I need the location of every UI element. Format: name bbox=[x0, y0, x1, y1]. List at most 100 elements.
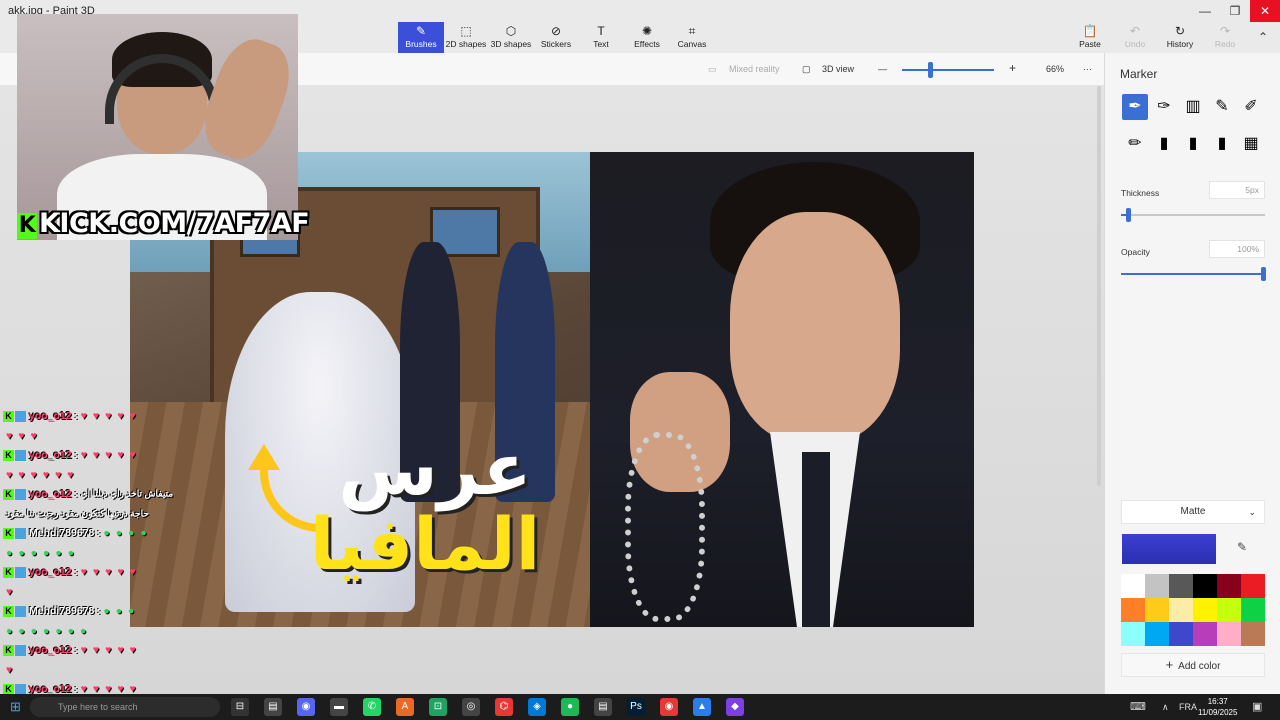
tool-stickers[interactable]: ⊘ Stickers bbox=[533, 22, 579, 53]
pixel-pen-brush-icon[interactable]: ✐ bbox=[1238, 94, 1264, 120]
palette-swatch[interactable] bbox=[1241, 598, 1265, 622]
palette-swatch[interactable] bbox=[1217, 574, 1241, 598]
paste-label: Paste bbox=[1079, 39, 1101, 49]
palette-swatch[interactable] bbox=[1121, 598, 1145, 622]
file-explorer-icon[interactable]: ▬ bbox=[330, 698, 348, 716]
panel-title: Marker bbox=[1120, 67, 1158, 81]
opacity-slider-thumb[interactable] bbox=[1261, 267, 1266, 281]
chrome-alt-icon[interactable]: ◉ bbox=[660, 698, 678, 716]
redo-button[interactable]: ↷ Redo bbox=[1203, 22, 1247, 53]
marker-brush-icon[interactable]: ✒ bbox=[1122, 94, 1148, 120]
minimize-button[interactable]: — bbox=[1190, 0, 1220, 22]
clock[interactable]: 16:37 11/09/2025 bbox=[1198, 696, 1237, 718]
task-view-icon[interactable]: ⊟ bbox=[231, 698, 249, 716]
taskbar-search[interactable]: Type here to search bbox=[30, 697, 220, 717]
palette-swatch[interactable] bbox=[1145, 574, 1169, 598]
collapse-ribbon-icon[interactable]: ⌃ bbox=[1258, 30, 1268, 44]
paste-button[interactable]: 📋 Paste bbox=[1068, 22, 1112, 53]
app-green-icon[interactable]: ⊡ bbox=[429, 698, 447, 716]
palette-swatch[interactable] bbox=[1241, 574, 1265, 598]
app-explorer-icon[interactable]: ▤ bbox=[264, 698, 282, 716]
chat-username[interactable]: yoo_o12 bbox=[29, 410, 72, 422]
zoom-out-button[interactable]: — bbox=[878, 64, 887, 74]
chat-username[interactable]: yoo_o12 bbox=[29, 488, 72, 500]
palette-swatch[interactable] bbox=[1145, 622, 1169, 646]
thickness-field[interactable]: 5px bbox=[1209, 181, 1265, 199]
zoom-slider-thumb[interactable] bbox=[928, 62, 933, 78]
spotify-icon[interactable]: ● bbox=[561, 698, 579, 716]
start-icon[interactable]: ⊞ bbox=[10, 699, 21, 715]
palette-swatch[interactable] bbox=[1193, 574, 1217, 598]
image-face bbox=[730, 212, 900, 442]
mixed-reality-button[interactable]: Mixed reality bbox=[729, 64, 780, 74]
palette-swatch[interactable] bbox=[1217, 622, 1241, 646]
tool-text[interactable]: T Text bbox=[578, 22, 624, 53]
paint-3d-icon[interactable]: ◆ bbox=[726, 698, 744, 716]
palette-swatch[interactable] bbox=[1241, 622, 1265, 646]
whatsapp-icon[interactable]: ✆ bbox=[363, 698, 381, 716]
tool-3d-shapes[interactable]: ⬡ 3D shapes bbox=[488, 22, 534, 53]
tool-canvas[interactable]: ⌗ Canvas bbox=[669, 22, 715, 53]
chrome-icon[interactable]: ⌬ bbox=[495, 698, 513, 716]
chat-emotes: ●●●●●●● bbox=[6, 624, 93, 637]
chat-username[interactable]: yoo_o12 bbox=[29, 449, 72, 461]
3d-view-button[interactable]: 3D view bbox=[822, 64, 854, 74]
calligraphy-pen-brush-icon[interactable]: ✑ bbox=[1151, 94, 1177, 120]
thickness-slider-thumb[interactable] bbox=[1126, 208, 1132, 222]
vscode-icon[interactable]: ◈ bbox=[528, 698, 546, 716]
obs-icon[interactable]: ◎ bbox=[462, 698, 480, 716]
chat-username[interactable]: Mehdi789678 bbox=[29, 605, 94, 617]
history-button[interactable]: ↻ History bbox=[1158, 22, 1202, 53]
notification-icon[interactable]: ▣ bbox=[1252, 700, 1262, 713]
language-indicator[interactable]: FRA bbox=[1179, 702, 1197, 712]
eyedropper-icon[interactable]: ✎ bbox=[1233, 540, 1251, 558]
palette-swatch[interactable] bbox=[1169, 598, 1193, 622]
restore-button[interactable]: ❐ bbox=[1220, 0, 1250, 22]
palette-swatch[interactable] bbox=[1169, 574, 1193, 598]
zoom-slider-track[interactable] bbox=[902, 69, 994, 71]
crayon-brush-icon[interactable]: ▮ bbox=[1180, 131, 1206, 157]
thickness-slider-track[interactable] bbox=[1121, 214, 1265, 216]
tool-brushes[interactable]: ✎ Brushes bbox=[398, 22, 444, 53]
app-blue-icon[interactable]: ▲ bbox=[693, 698, 711, 716]
fill-brush-icon[interactable]: ▦ bbox=[1238, 131, 1264, 157]
app-grid-icon[interactable]: ▤ bbox=[594, 698, 612, 716]
photoshop-icon[interactable]: Ps bbox=[627, 698, 645, 716]
undo-label: Undo bbox=[1124, 39, 1146, 49]
palette-swatch[interactable] bbox=[1193, 622, 1217, 646]
palette-swatch[interactable] bbox=[1217, 598, 1241, 622]
pencil-brush-icon[interactable]: ✏ bbox=[1122, 131, 1148, 157]
palette-swatch[interactable] bbox=[1193, 598, 1217, 622]
chat-username[interactable]: yoo_o12 bbox=[29, 644, 72, 656]
palette-swatch[interactable] bbox=[1145, 598, 1169, 622]
taskbar: ⊞ Type here to search ⊟ ▤ ◉ ▬ ✆ A ⊡ ◎ ⌬ ◈ ● ▤ Ps ◉ ▲ ◆ … bbox=[0, 694, 1280, 720]
eraser-brush-icon[interactable]: ▮ bbox=[1151, 131, 1177, 157]
palette-swatch[interactable] bbox=[1121, 574, 1145, 598]
finish-dropdown[interactable]: Matte ⌄ bbox=[1121, 500, 1265, 524]
chat-username[interactable]: yoo_o12 bbox=[29, 566, 72, 578]
palette-swatch[interactable] bbox=[1169, 622, 1193, 646]
add-color-button[interactable]: + Add color bbox=[1121, 653, 1265, 677]
watercolor-brush-icon[interactable]: ✎ bbox=[1209, 94, 1235, 120]
undo-button[interactable]: ↶ Undo bbox=[1113, 22, 1157, 53]
zoom-level[interactable]: 66% bbox=[1046, 64, 1064, 74]
tool-2d-shapes[interactable]: ⬚ 2D shapes bbox=[443, 22, 489, 53]
spray-can-brush-icon[interactable]: ▮ bbox=[1209, 131, 1235, 157]
app-a-icon[interactable]: A bbox=[396, 698, 414, 716]
vertical-scrollbar[interactable] bbox=[1097, 86, 1101, 486]
current-color-swatch[interactable] bbox=[1122, 534, 1216, 564]
oil-brush-brush-icon[interactable]: ▥ bbox=[1180, 94, 1206, 120]
opacity-field[interactable]: 100% bbox=[1209, 240, 1265, 258]
tool-effects[interactable]: ✺ Effects bbox=[624, 22, 670, 53]
palette-swatch[interactable] bbox=[1121, 622, 1145, 646]
3d-view-icon: ▢ bbox=[802, 64, 811, 74]
zoom-in-button[interactable]: + bbox=[1009, 61, 1016, 75]
redo-label: Redo bbox=[1214, 39, 1236, 49]
tray-chevron-icon[interactable]: ∧ bbox=[1162, 702, 1169, 713]
chat-username[interactable]: Mehdi789678 bbox=[29, 527, 94, 539]
close-button[interactable]: ✕ bbox=[1250, 0, 1280, 22]
chat-message: Kyoo_o12: ♥♥♥♥♥ bbox=[3, 644, 142, 660]
discord-icon[interactable]: ◉ bbox=[297, 698, 315, 716]
more-options-button[interactable]: ··· bbox=[1083, 64, 1092, 74]
chat-emotes: ♥♥♥ bbox=[6, 429, 43, 442]
